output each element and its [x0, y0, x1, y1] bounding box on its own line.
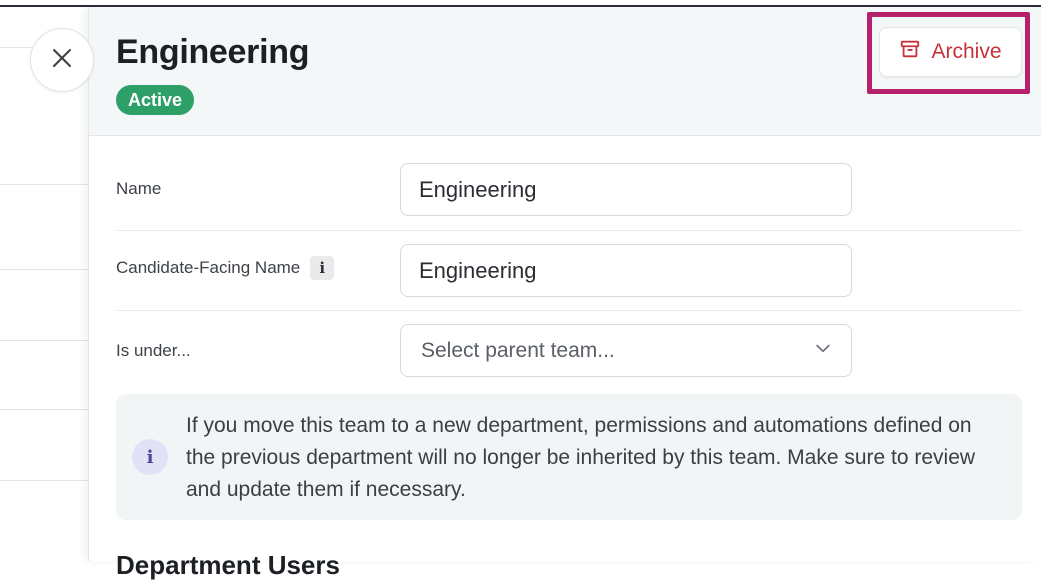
- list-row-divider: [0, 480, 88, 481]
- info-icon[interactable]: i: [310, 256, 335, 280]
- info-icon: i: [132, 439, 168, 475]
- panel-header: Engineering Active Archive: [89, 7, 1041, 136]
- list-row-divider: [0, 184, 88, 185]
- list-row-divider: [0, 340, 88, 341]
- page-title: Engineering: [116, 33, 310, 71]
- notice-text: If you move this team to a new departmen…: [186, 414, 976, 501]
- name-label: Name: [116, 179, 162, 198]
- chevron-down-icon: [813, 338, 833, 363]
- list-row-divider: [0, 409, 88, 410]
- parent-team-select[interactable]: Select parent team...: [400, 324, 852, 377]
- list-row-divider: [0, 269, 88, 270]
- candidate-facing-name-label: Candidate-Facing Name i: [116, 256, 335, 280]
- archive-button-label: Archive: [931, 40, 1002, 63]
- archive-box-icon: [899, 38, 921, 66]
- parent-team-placeholder: Select parent team...: [421, 338, 615, 362]
- section-heading: Department Users: [116, 550, 340, 580]
- department-change-notice: i If you move this team to a new departm…: [116, 394, 1022, 520]
- row-divider: [116, 230, 1022, 231]
- team-detail-panel: Engineering Active Archive Name Candidat…: [88, 7, 1041, 580]
- candidate-facing-name-input[interactable]: [400, 244, 852, 297]
- status-badge: Active: [116, 85, 195, 115]
- name-input[interactable]: [400, 163, 852, 216]
- close-button[interactable]: [30, 28, 94, 92]
- top-border: [0, 0, 1041, 7]
- close-icon: [50, 46, 74, 75]
- archive-button[interactable]: Archive: [879, 27, 1022, 77]
- parent-team-label: Is under...: [116, 341, 191, 360]
- background-list: [0, 7, 88, 561]
- row-divider: [116, 310, 1022, 311]
